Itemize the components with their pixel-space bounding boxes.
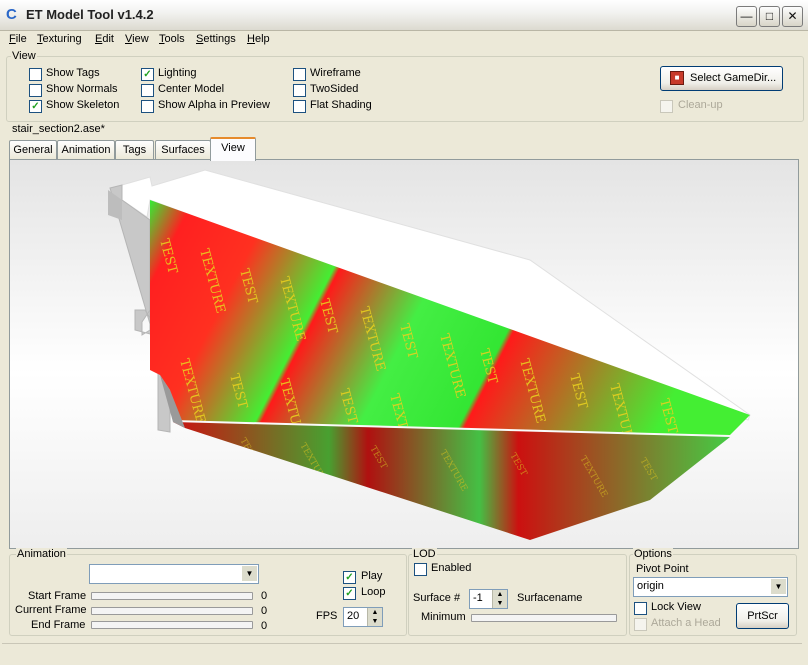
surfacename-label: Surfacename — [517, 592, 583, 604]
play-checkbox[interactable]: ✓ — [343, 571, 356, 584]
select-gamedir-label: Select GameDir... — [690, 72, 777, 84]
start-frame-slider[interactable] — [91, 592, 253, 600]
status-bar — [2, 643, 802, 662]
pivot-point-select[interactable]: origin ▼ — [633, 577, 788, 597]
fps-up-icon[interactable]: ▲ — [367, 608, 382, 617]
menu-tools[interactable]: Tools — [159, 33, 185, 45]
fps-down-icon[interactable]: ▼ — [367, 617, 382, 626]
cleanup-checkbox[interactable] — [660, 100, 673, 113]
surface-up-icon[interactable]: ▲ — [492, 590, 507, 599]
flat-shading-checkbox[interactable] — [293, 100, 306, 113]
center-model-label: Center Model — [158, 83, 225, 95]
attach-head-label: Attach a Head — [651, 617, 721, 629]
title-bar: C ET Model Tool v1.4.2 — □ ✕ — [0, 0, 808, 31]
tab-view[interactable]: View — [210, 137, 256, 161]
lod-enabled-checkbox[interactable] — [414, 563, 427, 576]
lighting-label: Lighting — [158, 67, 197, 79]
menu-bar: File Texturing Edit View Tools Settings … — [0, 31, 808, 49]
lod-group-title: LOD — [412, 548, 437, 560]
pivot-point-label: Pivot Point — [636, 563, 689, 575]
surface-number-value: -1 — [473, 592, 483, 604]
lock-view-label: Lock View — [651, 601, 701, 613]
wireframe-label: Wireframe — [310, 67, 361, 79]
model-viewport[interactable]: TEST TEXTURE TEST TEXTURE TEST TEXTURE T… — [9, 159, 799, 549]
chevron-down-icon[interactable]: ▼ — [242, 566, 257, 581]
select-gamedir-button[interactable]: ■ Select GameDir... — [660, 66, 783, 91]
show-alpha-checkbox[interactable] — [141, 100, 154, 113]
tab-tags[interactable]: Tags — [115, 140, 154, 159]
end-frame-slider[interactable] — [91, 621, 253, 629]
minimize-icon[interactable]: — — [736, 6, 757, 27]
loop-checkbox[interactable]: ✓ — [343, 587, 356, 600]
model-render: TEST TEXTURE TEST TEXTURE TEST TEXTURE T… — [108, 169, 751, 540]
app-icon: C — [6, 6, 17, 23]
gamedir-icon: ■ — [670, 71, 684, 85]
menu-view[interactable]: View — [125, 33, 149, 45]
surface-number-stepper[interactable]: -1 ▲ ▼ — [469, 589, 508, 609]
menu-texturing[interactable]: Texturing — [37, 33, 82, 45]
close-icon[interactable]: ✕ — [782, 6, 803, 27]
menu-edit[interactable]: Edit — [95, 33, 114, 45]
fps-value: 20 — [347, 610, 360, 622]
menu-help[interactable]: Help — [247, 33, 270, 45]
maximize-icon[interactable]: □ — [759, 6, 780, 27]
file-name-label: stair_section2.ase* — [12, 123, 105, 135]
show-normals-label: Show Normals — [46, 83, 118, 95]
play-label: Play — [361, 570, 383, 582]
show-skeleton-label: Show Skeleton — [46, 99, 120, 111]
chevron-down-icon[interactable]: ▼ — [771, 579, 786, 594]
show-tags-checkbox[interactable] — [29, 68, 42, 81]
end-frame-label: End Frame — [31, 619, 86, 631]
fps-label: FPS — [316, 610, 338, 622]
menu-settings[interactable]: Settings — [196, 33, 236, 45]
animation-select[interactable]: ▼ — [89, 564, 259, 584]
lock-view-checkbox[interactable] — [634, 602, 647, 615]
tab-animation[interactable]: Animation — [57, 140, 115, 159]
lighting-checkbox[interactable]: ✓ — [141, 68, 154, 81]
center-model-checkbox[interactable] — [141, 84, 154, 97]
menu-file[interactable]: File — [9, 33, 27, 45]
wireframe-checkbox[interactable] — [293, 68, 306, 81]
end-frame-value: 0 — [261, 620, 268, 632]
loop-label: Loop — [361, 586, 386, 598]
show-normals-checkbox[interactable] — [29, 84, 42, 97]
show-tags-label: Show Tags — [46, 67, 100, 79]
show-skeleton-checkbox[interactable]: ✓ — [29, 100, 42, 113]
current-frame-value: 0 — [261, 605, 268, 617]
tab-general[interactable]: General — [9, 140, 57, 159]
pivot-point-value: origin — [637, 580, 664, 592]
surface-number-label: Surface # — [413, 592, 461, 604]
minimum-label: Minimum — [421, 611, 466, 623]
start-frame-value: 0 — [261, 590, 268, 602]
minimum-slider[interactable] — [471, 614, 617, 622]
current-frame-slider[interactable] — [91, 607, 253, 615]
options-group-title: Options — [633, 548, 673, 560]
twosided-label: TwoSided — [310, 83, 359, 95]
surface-down-icon[interactable]: ▼ — [492, 599, 507, 608]
start-frame-label: Start Frame — [28, 590, 87, 602]
cleanup-label: Clean-up — [678, 99, 723, 111]
current-frame-label: Current Frame — [15, 604, 87, 616]
show-alpha-label: Show Alpha in Preview — [158, 99, 270, 111]
lod-enabled-label: Enabled — [431, 562, 472, 574]
fps-stepper[interactable]: 20 ▲ ▼ — [343, 607, 383, 627]
tab-surfaces[interactable]: Surfaces — [155, 140, 211, 159]
twosided-checkbox[interactable] — [293, 84, 306, 97]
animation-group-title: Animation — [16, 548, 67, 560]
attach-head-checkbox[interactable] — [634, 618, 647, 631]
view-group-title: View — [11, 50, 37, 62]
window-title: ET Model Tool v1.4.2 — [26, 7, 154, 22]
prtscr-button[interactable]: PrtScr — [736, 603, 789, 629]
flat-shading-label: Flat Shading — [310, 99, 372, 111]
